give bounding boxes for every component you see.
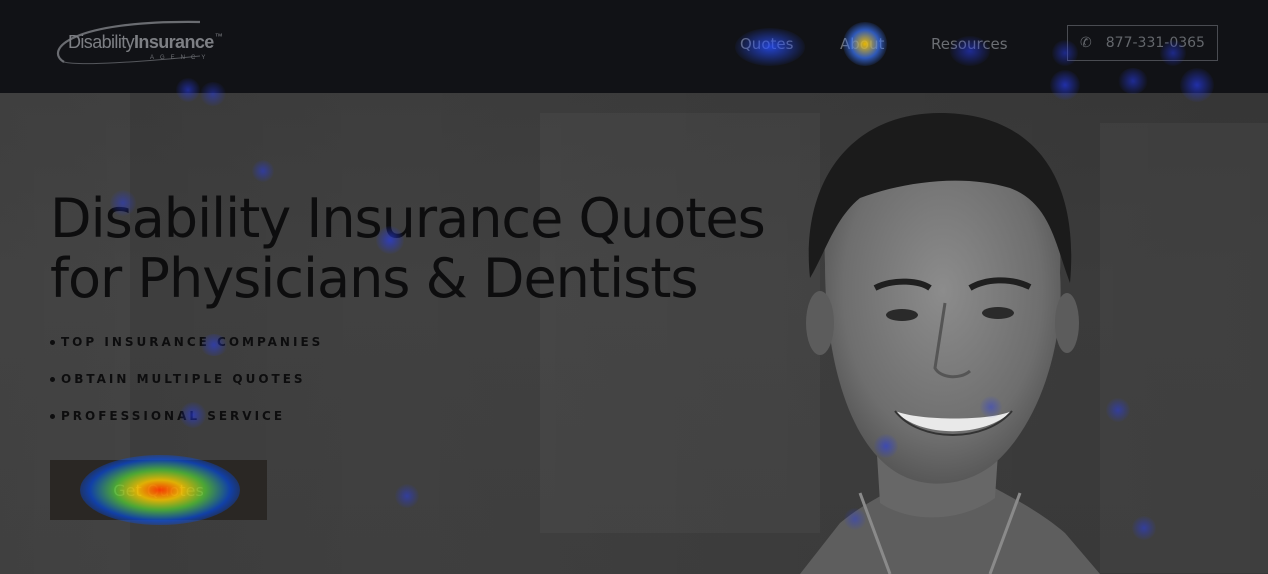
feature-item-label: OBTAIN MULTIPLE QUOTES — [61, 372, 306, 386]
nav-link-quotes[interactable]: Quotes — [740, 35, 793, 53]
feature-item: OBTAIN MULTIPLE QUOTES — [50, 372, 323, 409]
feature-item-label: TOP INSURANCE COMPANIES — [61, 335, 324, 349]
nav-link-resources[interactable]: Resources — [931, 35, 1008, 53]
hero-person-photo — [800, 113, 1100, 574]
site-logo[interactable]: DisabilityInsurance™ AGENCY — [50, 18, 250, 68]
logo-name-regular: Disability — [68, 32, 135, 52]
phone-number: 877-331-0365 — [1105, 35, 1205, 51]
hero-bg-shape — [1100, 123, 1268, 573]
get-quotes-button[interactable]: Get Quotes — [50, 460, 267, 520]
hero-headline: Disability Insurance Quotes for Physicia… — [50, 189, 790, 309]
nav-link-about[interactable]: About — [840, 35, 884, 53]
hero-bg-shape — [540, 113, 820, 533]
hero-headline-line-2: for Physicians & Dentists — [50, 247, 699, 310]
hero-headline-line-1: Disability Insurance Quotes — [50, 187, 766, 250]
hero-section: Disability Insurance Quotes for Physicia… — [0, 93, 1268, 574]
logo-wordmark: DisabilityInsurance™ — [68, 32, 223, 53]
bullet-icon — [50, 377, 55, 382]
phone-icon: ✆ — [1080, 35, 1092, 51]
feature-item: TOP INSURANCE COMPANIES — [50, 335, 323, 372]
logo-subtitle: AGENCY — [150, 55, 212, 61]
site-header: DisabilityInsurance™ AGENCY Quotes About… — [0, 0, 1268, 93]
feature-item: PROFESSIONAL SERVICE — [50, 409, 323, 446]
bullet-icon — [50, 340, 55, 345]
bullet-icon — [50, 414, 55, 419]
get-quotes-button-label: Get Quotes — [113, 480, 204, 500]
phone-button[interactable]: ✆ 877-331-0365 — [1067, 25, 1218, 61]
logo-name-bold: Insurance — [134, 32, 214, 52]
hero-feature-list: TOP INSURANCE COMPANIES OBTAIN MULTIPLE … — [50, 335, 323, 446]
feature-item-label: PROFESSIONAL SERVICE — [61, 409, 286, 423]
logo-trademark: ™ — [214, 32, 223, 41]
